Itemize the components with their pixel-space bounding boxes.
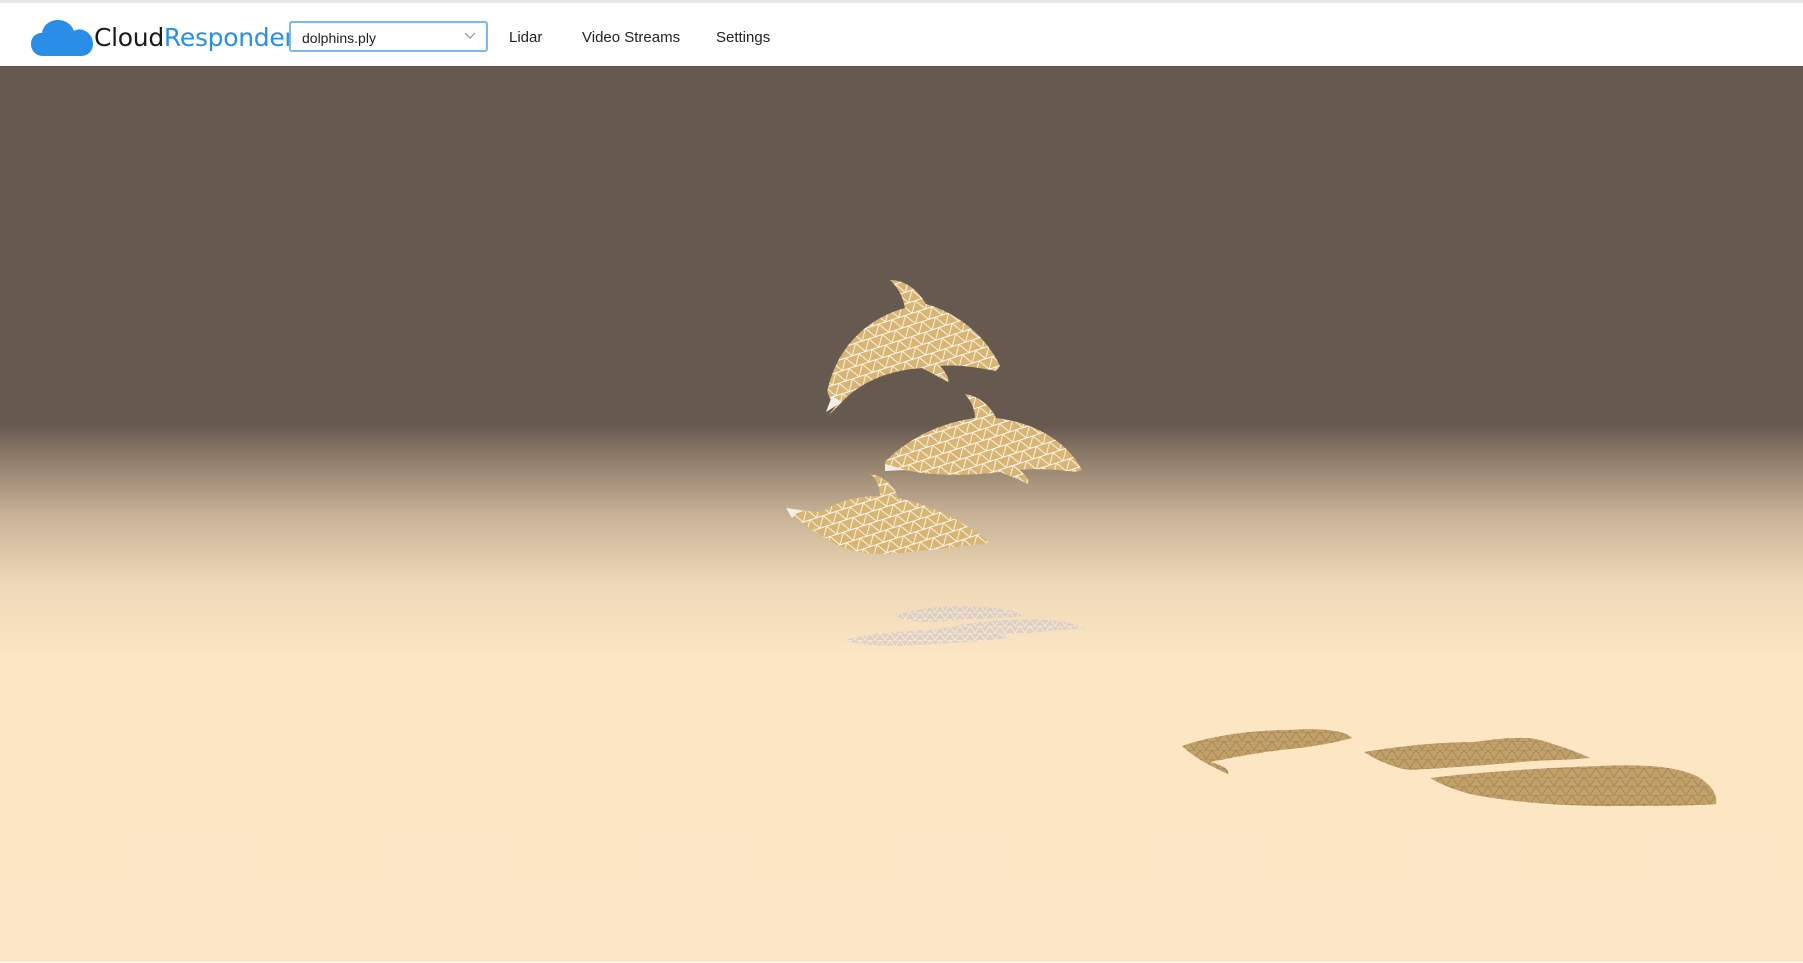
3d-viewport-canvas[interactable] <box>0 66 1803 963</box>
dolphin-mesh-2[interactable] <box>885 394 1082 484</box>
nav-link-lidar[interactable]: Lidar <box>509 29 542 46</box>
cloud-icon <box>31 20 93 56</box>
nav-link-video-streams[interactable]: Video Streams <box>582 29 680 46</box>
file-select-dropdown[interactable]: dolphins.ply <box>289 21 488 52</box>
3d-scene <box>786 280 1717 806</box>
dolphin-reflections <box>845 606 1085 646</box>
chevron-down-icon <box>464 32 476 39</box>
dolphin-mesh-1[interactable] <box>826 280 1000 416</box>
nav-link-settings[interactable]: Settings <box>716 29 770 46</box>
top-navigation-bar: CloudResponder dolphins.ply Lidar Video … <box>0 0 1803 69</box>
file-select-value: dolphins.ply <box>302 30 376 46</box>
brand-name-part1: Cloud <box>94 23 164 52</box>
dolphin-shadows <box>1182 729 1717 806</box>
brand-name-part2: Responder <box>163 23 295 52</box>
brand-logo-link[interactable]: CloudResponder <box>31 15 295 69</box>
brand-name: CloudResponder <box>94 23 295 52</box>
dolphin-mesh-3[interactable] <box>786 474 990 554</box>
